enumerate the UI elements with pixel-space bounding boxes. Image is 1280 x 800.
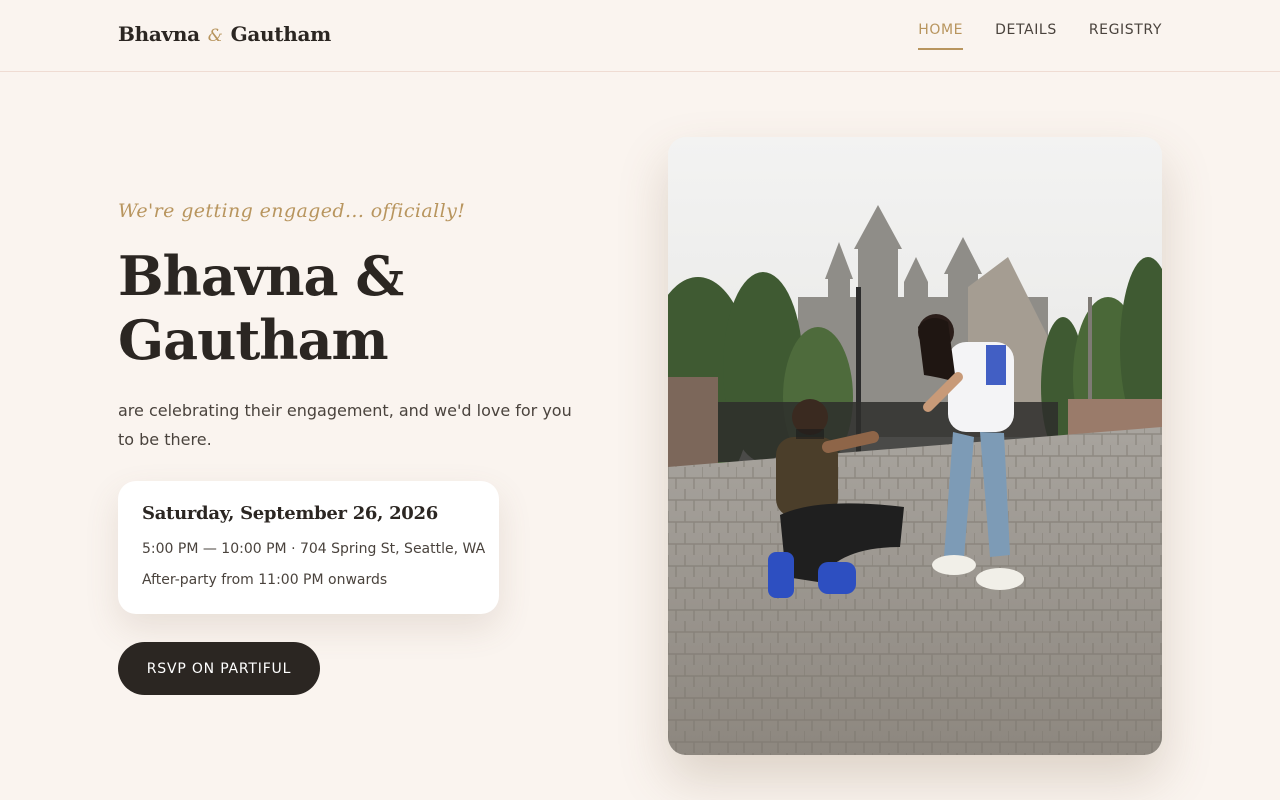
engagement-photo-illustration [668,137,1162,755]
rsvp-button[interactable]: RSVP ON PARTIFUL [118,642,320,695]
event-details-card: Saturday, September 26, 2026 5:00 PM — 1… [118,481,499,614]
engagement-photo [668,137,1162,755]
logo-ampersand: & [207,26,223,46]
hero-couple-names: Bhavna & Gautham [118,244,404,372]
nav-details[interactable]: DETAILS [995,22,1057,50]
event-time-location: 5:00 PM — 10:00 PM · 704 Spring St, Seat… [142,541,486,557]
event-after-party: After-party from 11:00 PM onwards [142,572,388,588]
main-nav: HOME DETAILS REGISTRY [918,22,1162,50]
nav-home[interactable]: HOME [918,22,964,50]
site-logo[interactable]: Bhavna & Gautham [118,22,331,46]
logo-first-name: Bhavna [118,22,200,46]
logo-second-name: Gautham [230,22,332,46]
nav-registry[interactable]: REGISTRY [1089,22,1162,50]
site-header: Bhavna & Gautham HOME DETAILS REGISTRY [0,0,1280,72]
hero-subtext: are celebrating their engagement, and we… [118,401,572,449]
hero-tagline: We're getting engaged... officially! [118,200,466,222]
event-date: Saturday, September 26, 2026 [142,503,438,524]
